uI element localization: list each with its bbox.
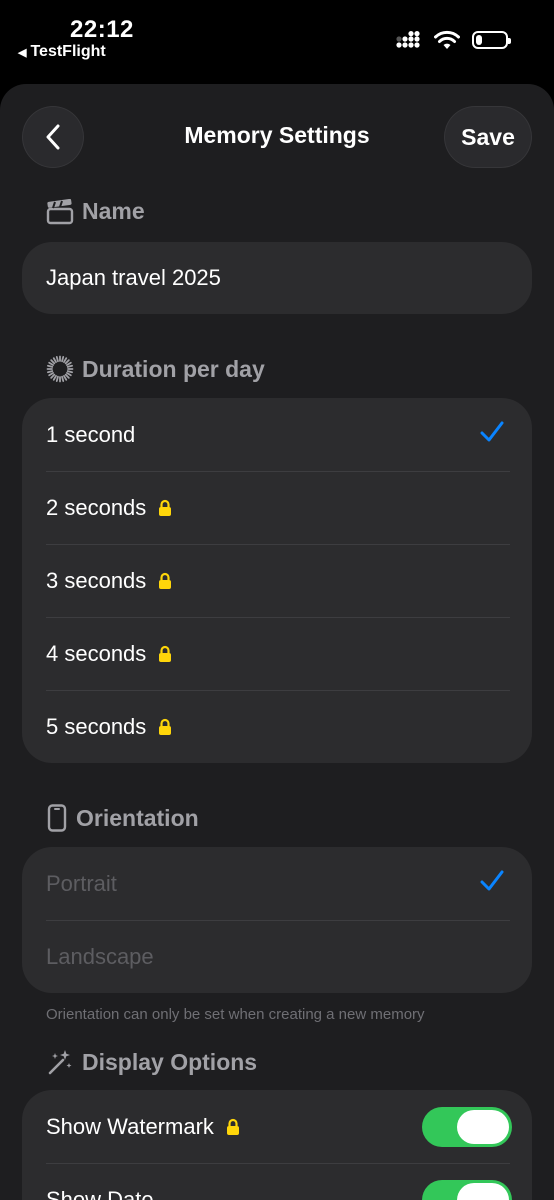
toggle-knob — [457, 1182, 509, 1200]
name-section-label: Name — [82, 198, 145, 224]
orientation-option-portrait: Portrait — [22, 847, 532, 920]
back-app-label: TestFlight — [30, 43, 106, 60]
orientation-helper-text: Orientation can only be set when creatin… — [46, 1006, 425, 1023]
duration-option-label: 2 seconds — [46, 494, 147, 520]
duration-option-label: 5 seconds — [46, 713, 147, 739]
wifi-icon — [434, 30, 460, 49]
settings-sheet: Memory Settings Save Name Japan travel 2… — [0, 84, 554, 1200]
lock-icon — [158, 645, 172, 663]
show-date-toggle[interactable] — [422, 1179, 512, 1200]
duration-option-2-seconds[interactable]: 2 seconds — [22, 471, 532, 544]
duration-option-3-seconds[interactable]: 3 seconds — [22, 544, 532, 617]
display-options-section-header: Display Options — [46, 1048, 257, 1076]
lock-icon — [158, 572, 172, 590]
duration-option-label: 3 seconds — [46, 567, 147, 593]
back-to-app-link[interactable]: ◀ TestFlight — [18, 43, 106, 61]
display-option-label: Show Date — [46, 1186, 154, 1200]
lock-icon — [158, 718, 172, 736]
cellular-signal-icon — [396, 31, 420, 48]
orientation-section-header: Orientation — [46, 804, 199, 832]
status-bar: 22:12 ◀ TestFlight — [0, 0, 554, 80]
duration-option-5-seconds[interactable]: 5 seconds — [22, 690, 532, 763]
duration-option-1-second[interactable]: 1 second — [22, 398, 532, 471]
name-card: Japan travel 2025 — [22, 242, 532, 314]
clapperboard-icon — [46, 198, 74, 224]
magic-wand-icon — [48, 1050, 72, 1075]
checkmark-icon — [480, 421, 504, 449]
display-options-card: Show Watermark Show Date — [22, 1090, 532, 1200]
duration-section-label: Duration per day — [82, 355, 265, 382]
battery-icon — [472, 31, 511, 49]
orientation-option-label: Landscape — [46, 943, 154, 969]
phone-portrait-icon — [47, 804, 67, 832]
orientation-options-card: Portrait Landscape — [22, 847, 532, 993]
duration-option-label: 1 second — [46, 421, 136, 447]
status-icons — [396, 30, 511, 50]
display-option-show-date: Show Date — [22, 1163, 532, 1200]
checkmark-icon — [480, 870, 504, 898]
orientation-option-label: Portrait — [46, 870, 117, 896]
display-option-show-watermark: Show Watermark — [22, 1090, 532, 1163]
lock-icon — [158, 499, 172, 517]
display-option-label: Show Watermark — [46, 1113, 214, 1139]
toggle-knob — [457, 1109, 509, 1144]
duration-options-card: 1 second 2 seconds 3 seconds 4 seconds 5… — [22, 398, 532, 763]
timer-dial-icon — [46, 355, 74, 383]
name-section-header: Name — [46, 198, 145, 225]
status-time: 22:12 — [70, 16, 134, 43]
lock-icon — [226, 1118, 240, 1136]
back-triangle-icon: ◀ — [18, 46, 27, 59]
save-button[interactable]: Save — [444, 106, 532, 168]
duration-option-label: 4 seconds — [46, 640, 147, 666]
show-watermark-toggle[interactable] — [422, 1106, 512, 1147]
orientation-option-landscape: Landscape — [22, 920, 532, 993]
orientation-section-label: Orientation — [76, 804, 199, 831]
memory-name-field[interactable]: Japan travel 2025 — [22, 242, 532, 314]
duration-section-header: Duration per day — [46, 355, 265, 383]
duration-option-4-seconds[interactable]: 4 seconds — [22, 617, 532, 690]
display-options-section-label: Display Options — [82, 1048, 258, 1075]
